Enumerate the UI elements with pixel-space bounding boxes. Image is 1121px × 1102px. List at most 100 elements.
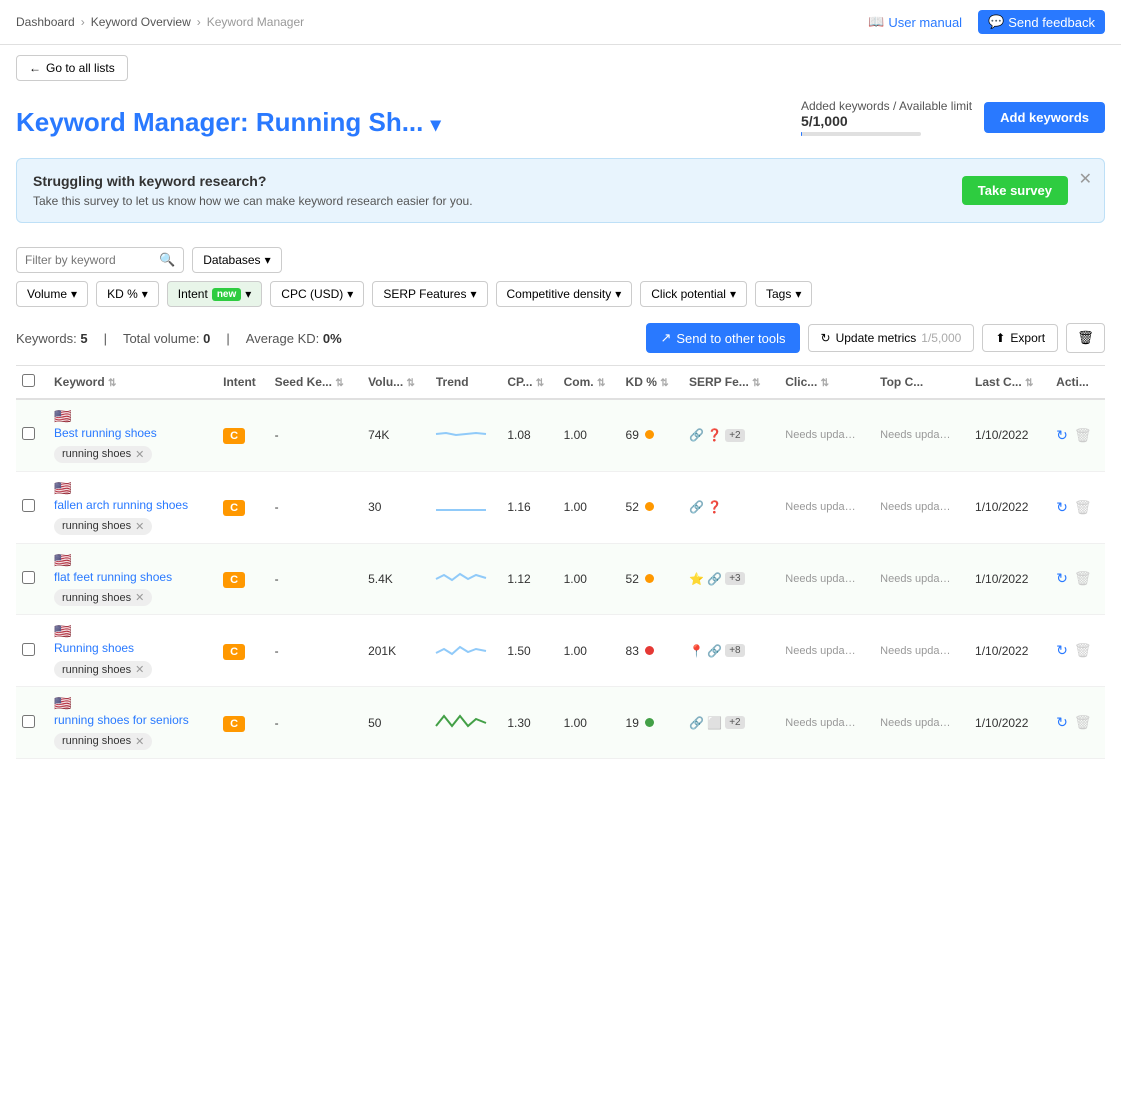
row-checkbox-2[interactable] bbox=[22, 571, 35, 584]
search-icon: 🔍 bbox=[159, 252, 175, 268]
tag-remove-2[interactable]: ✕ bbox=[135, 591, 144, 604]
col-clic[interactable]: Clic... ⇅ bbox=[779, 366, 874, 400]
col-com[interactable]: Com. ⇅ bbox=[558, 366, 620, 400]
keyword-link-1[interactable]: fallen arch running shoes bbox=[54, 497, 211, 514]
col-trend[interactable]: Trend bbox=[430, 366, 501, 400]
volume-cell-4: 50 bbox=[362, 687, 430, 759]
sparkline-2 bbox=[436, 567, 486, 590]
trash-icon: 🗑 bbox=[1077, 330, 1094, 345]
send-to-tools-button[interactable]: ↗ Send to other tools bbox=[646, 323, 799, 353]
intent-filter[interactable]: Intent new ▾ bbox=[167, 281, 263, 307]
serp-icons-3: 📍 🔗 +8 bbox=[689, 644, 773, 658]
col-seed[interactable]: Seed Ke... ⇅ bbox=[269, 366, 362, 400]
row-checkbox-cell[interactable] bbox=[16, 687, 48, 759]
click-potential-filter[interactable]: Click potential ▾ bbox=[640, 281, 747, 307]
user-manual-link[interactable]: 📖 User manual bbox=[868, 14, 962, 30]
refresh-row-button-0[interactable]: ↻ bbox=[1056, 427, 1068, 444]
keyword-link-0[interactable]: Best running shoes bbox=[54, 425, 211, 442]
action-cell-3: ↻ 🗑 bbox=[1050, 615, 1105, 687]
row-checkbox-cell[interactable] bbox=[16, 615, 48, 687]
keyword-link-4[interactable]: running shoes for seniors bbox=[54, 712, 211, 729]
col-volume[interactable]: Volu... ⇅ bbox=[362, 366, 430, 400]
cpc-filter[interactable]: CPC (USD) ▾ bbox=[270, 281, 364, 307]
competitive-density-filter[interactable]: Competitive density ▾ bbox=[496, 281, 633, 307]
intent-cell-2: C bbox=[217, 543, 268, 615]
tag-remove-1[interactable]: ✕ bbox=[135, 520, 144, 533]
row-checkbox-cell[interactable] bbox=[16, 543, 48, 615]
row-checkbox-cell[interactable] bbox=[16, 399, 48, 471]
breadcrumb: Dashboard › Keyword Overview › Keyword M… bbox=[16, 15, 304, 29]
chevron-down-icon: ▾ bbox=[615, 287, 621, 301]
add-keywords-button[interactable]: Add keywords bbox=[984, 102, 1105, 133]
col-keyword[interactable]: Keyword ⇅ bbox=[48, 366, 217, 400]
filter-search-box[interactable]: 🔍 bbox=[16, 247, 184, 273]
action-cell-4: ↻ 🗑 bbox=[1050, 687, 1105, 759]
breadcrumb-dashboard[interactable]: Dashboard bbox=[16, 15, 75, 29]
topc-cell-2: Needs upda… bbox=[874, 543, 969, 615]
update-metrics-button[interactable]: ↻ Update metrics 1/5,000 bbox=[808, 324, 975, 352]
col-cpc[interactable]: CP... ⇅ bbox=[501, 366, 557, 400]
intent-badge-3: C bbox=[223, 644, 245, 660]
col-serp[interactable]: SERP Fe... ⇅ bbox=[683, 366, 779, 400]
title-dropdown-chevron[interactable]: ▾ bbox=[431, 114, 441, 136]
tags-filter[interactable]: Tags ▾ bbox=[755, 281, 812, 307]
chevron-down-icon: ▾ bbox=[470, 287, 476, 301]
row-checkbox-4[interactable] bbox=[22, 715, 35, 728]
keywords-count: Keywords: 5 bbox=[16, 331, 88, 346]
tag-remove-3[interactable]: ✕ bbox=[135, 663, 144, 676]
tag-remove-4[interactable]: ✕ bbox=[135, 735, 144, 748]
topc-cell-1: Needs upda… bbox=[874, 471, 969, 543]
delete-row-button-1[interactable]: 🗑 bbox=[1074, 499, 1092, 516]
delete-row-button-0[interactable]: 🗑 bbox=[1074, 427, 1092, 444]
kd-dot-4 bbox=[645, 718, 654, 727]
tag-remove-0[interactable]: ✕ bbox=[135, 448, 144, 461]
refresh-row-button-1[interactable]: ↻ bbox=[1056, 499, 1068, 516]
com-cell-0: 1.00 bbox=[558, 399, 620, 471]
search-input[interactable] bbox=[25, 253, 155, 267]
kd-filter[interactable]: KD % ▾ bbox=[96, 281, 159, 307]
refresh-row-button-2[interactable]: ↻ bbox=[1056, 570, 1068, 587]
select-all-header[interactable] bbox=[16, 366, 48, 400]
go-back-button[interactable]: ← Go to all lists bbox=[16, 55, 128, 81]
row-checkbox-1[interactable] bbox=[22, 499, 35, 512]
volume-filter[interactable]: Volume ▾ bbox=[16, 281, 88, 307]
col-topc[interactable]: Top C... bbox=[874, 366, 969, 400]
delete-row-button-4[interactable]: 🗑 bbox=[1074, 714, 1092, 731]
export-button[interactable]: ⬆ Export bbox=[982, 324, 1058, 352]
com-cell-1: 1.00 bbox=[558, 471, 620, 543]
keyword-link-2[interactable]: flat feet running shoes bbox=[54, 569, 211, 586]
refresh-row-button-3[interactable]: ↻ bbox=[1056, 642, 1068, 659]
table-header-row: Keyword ⇅ Intent Seed Ke... ⇅ Volu... ⇅ … bbox=[16, 366, 1105, 400]
export-icon: ⬆ bbox=[995, 331, 1005, 345]
row-checkbox-3[interactable] bbox=[22, 643, 35, 656]
banner-close-button[interactable]: ✕ bbox=[1079, 169, 1092, 189]
cp-cell-4: 1.30 bbox=[501, 687, 557, 759]
select-all-checkbox[interactable] bbox=[22, 374, 35, 387]
seed-cell-2: - bbox=[269, 543, 362, 615]
send-feedback-link[interactable]: 💬 Send feedback bbox=[978, 10, 1105, 34]
delete-row-button-2[interactable]: 🗑 bbox=[1074, 570, 1092, 587]
row-checkbox-cell[interactable] bbox=[16, 471, 48, 543]
tag-chip-3: running shoes ✕ bbox=[54, 661, 152, 678]
kd-cell-2: 52 bbox=[620, 543, 683, 615]
action-cell-1: ↻ 🗑 bbox=[1050, 471, 1105, 543]
take-survey-button[interactable]: Take survey bbox=[962, 176, 1068, 205]
intent-badge-2: C bbox=[223, 572, 245, 588]
delete-button[interactable]: 🗑 bbox=[1066, 323, 1105, 353]
serp-cell-0: 🔗 ❓ +2 bbox=[683, 399, 779, 471]
refresh-row-button-4[interactable]: ↻ bbox=[1056, 714, 1068, 731]
keyword-cell: 🇺🇸 fallen arch running shoes running sho… bbox=[48, 471, 217, 543]
com-cell-3: 1.00 bbox=[558, 615, 620, 687]
breadcrumb-keyword-overview[interactable]: Keyword Overview bbox=[91, 15, 191, 29]
serp-features-filter[interactable]: SERP Features ▾ bbox=[372, 281, 487, 307]
row-checkbox-0[interactable] bbox=[22, 427, 35, 440]
message-icon: 💬 bbox=[988, 14, 1004, 30]
databases-filter[interactable]: Databases ▾ bbox=[192, 247, 281, 273]
col-intent[interactable]: Intent bbox=[217, 366, 268, 400]
col-kd[interactable]: KD % ⇅ bbox=[620, 366, 683, 400]
table-row: 🇺🇸 running shoes for seniors running sho… bbox=[16, 687, 1105, 759]
keyword-link-3[interactable]: Running shoes bbox=[54, 640, 211, 657]
kd-dot-1 bbox=[645, 502, 654, 511]
delete-row-button-3[interactable]: 🗑 bbox=[1074, 642, 1092, 659]
col-lastc[interactable]: Last C... ⇅ bbox=[969, 366, 1050, 400]
